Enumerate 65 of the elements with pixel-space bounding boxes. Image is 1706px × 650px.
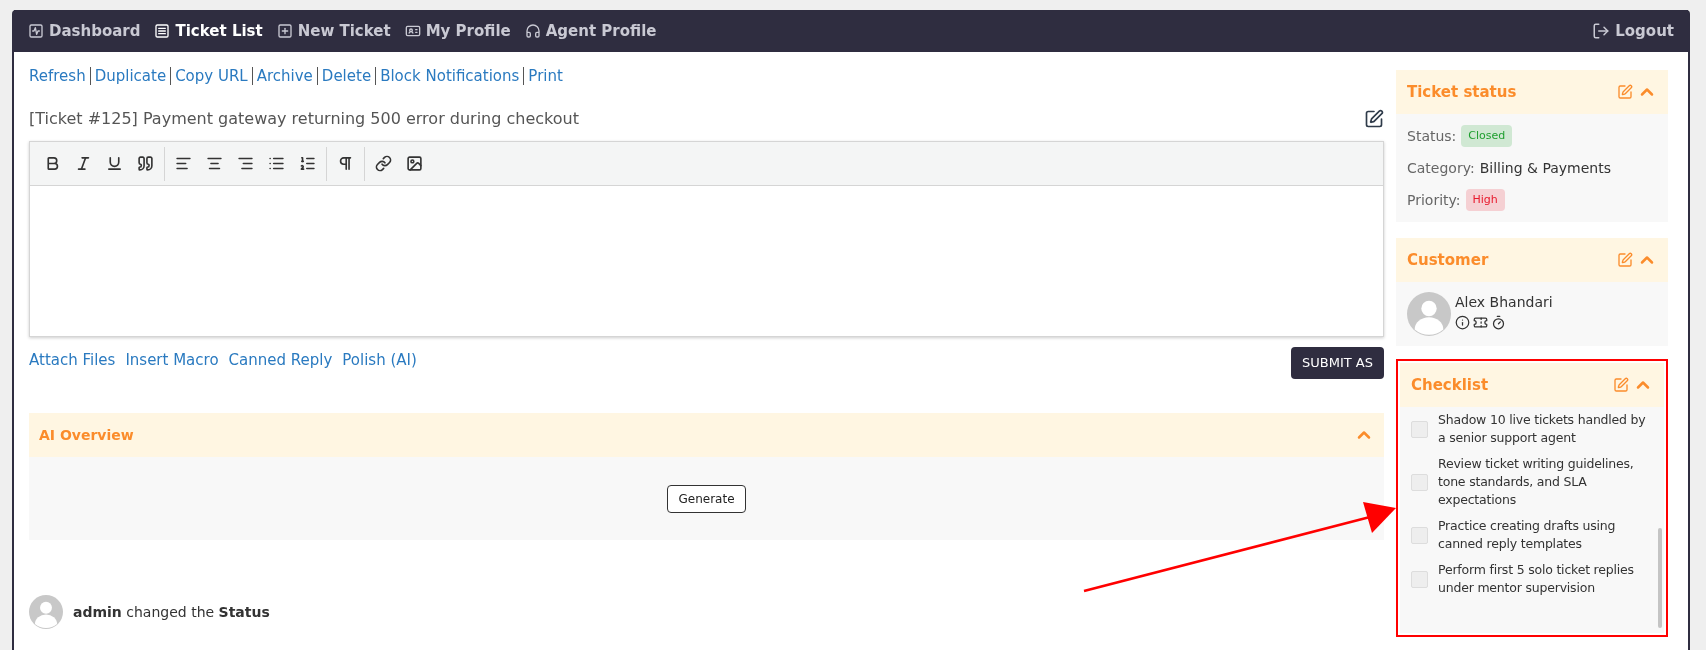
checkbox[interactable] xyxy=(1411,473,1428,491)
toolbar-icon[interactable] xyxy=(137,155,154,172)
action-link[interactable]: Refresh xyxy=(29,64,86,88)
action-link[interactable]: Print xyxy=(528,64,563,88)
toolbar-icon[interactable] xyxy=(44,155,61,172)
logout-icon xyxy=(1592,22,1611,40)
panel-title: Customer xyxy=(1407,249,1489,271)
toolbar-icon[interactable] xyxy=(237,155,254,172)
panel-title: Checklist xyxy=(1411,374,1489,396)
nav-link[interactable]: Ticket List xyxy=(154,19,263,43)
activity-text: admin changed the Status xyxy=(73,602,270,622)
checklist-item-text: Review ticket writing guidelines, tone standards, and SLA expectations xyxy=(1438,455,1635,509)
avatar-icon xyxy=(1407,292,1451,336)
checklist-item-text: Practice creating drafts using canned reply templates xyxy=(1438,517,1617,553)
new-icon xyxy=(276,23,293,39)
field-value: Billing & Payments xyxy=(1479,158,1611,178)
editor-link[interactable]: Canned Reply xyxy=(228,349,333,372)
ticket-title: [Ticket #125] Payment gateway returning 500 error during checkout xyxy=(29,108,579,130)
toolbar-icon[interactable] xyxy=(268,155,285,172)
toolbar-icon[interactable] xyxy=(206,155,223,172)
ticket-icon[interactable] xyxy=(1473,315,1488,330)
toolbar-icon[interactable] xyxy=(406,155,423,172)
action-link[interactable]: Archive xyxy=(256,64,313,88)
info-icon[interactable] xyxy=(1455,315,1470,330)
nav-link[interactable]: New Ticket xyxy=(276,19,391,43)
checklist-item-text: Shadow 10 live tickets handled by a senior support agent xyxy=(1438,411,1647,447)
agent-icon xyxy=(524,23,541,39)
action-link[interactable]: Delete xyxy=(321,64,372,88)
toolbar-icon[interactable] xyxy=(299,155,316,172)
timer-icon[interactable] xyxy=(1491,315,1506,330)
field-label: Priority: xyxy=(1407,190,1461,210)
generate-button[interactable]: Generate xyxy=(667,484,746,513)
toolbar-icon[interactable] xyxy=(75,155,92,172)
submit-button[interactable]: SUBMIT AS xyxy=(1291,347,1384,379)
dashboard-icon xyxy=(28,23,44,39)
checkbox[interactable] xyxy=(1411,570,1428,588)
field-label: Category: xyxy=(1407,158,1475,178)
editor-link[interactable]: Insert Macro xyxy=(125,349,219,372)
avatar-icon xyxy=(29,595,63,629)
toolbar-icon[interactable] xyxy=(106,155,123,172)
status-badge: Closed xyxy=(1461,124,1513,148)
nav-link[interactable]: Agent Profile xyxy=(524,19,657,43)
logout-link[interactable]: Logout xyxy=(1592,19,1674,43)
panel-title: Ticket status xyxy=(1407,81,1517,103)
checklist-item-text: Perform first 5 solo ticket replies under mentor supervision xyxy=(1438,561,1635,597)
action-link[interactable]: Copy URL xyxy=(175,64,248,88)
nav-link[interactable]: Dashboard xyxy=(28,19,141,43)
editor-link[interactable]: Attach Files xyxy=(29,349,116,372)
edit-icon[interactable] xyxy=(1364,109,1384,129)
action-link[interactable]: Block Notifications xyxy=(380,64,520,88)
action-link[interactable]: Duplicate xyxy=(94,64,167,88)
profile-icon xyxy=(404,23,421,39)
scrollbar[interactable] xyxy=(1658,528,1662,628)
checkbox[interactable] xyxy=(1411,526,1428,544)
customer-name: Alex Bhandari xyxy=(1455,293,1553,312)
status-badge: High xyxy=(1465,188,1505,212)
checkbox[interactable] xyxy=(1411,420,1428,438)
list-icon xyxy=(154,23,171,39)
toolbar-icon[interactable] xyxy=(175,155,192,172)
nav-link[interactable]: My Profile xyxy=(404,19,511,43)
panel-title: AI Overview xyxy=(39,425,134,445)
field-label: Status: xyxy=(1407,126,1457,146)
toolbar-icon[interactable] xyxy=(375,155,392,172)
editor-link[interactable]: Polish (AI) xyxy=(342,349,417,372)
toolbar-icon[interactable] xyxy=(337,155,354,172)
